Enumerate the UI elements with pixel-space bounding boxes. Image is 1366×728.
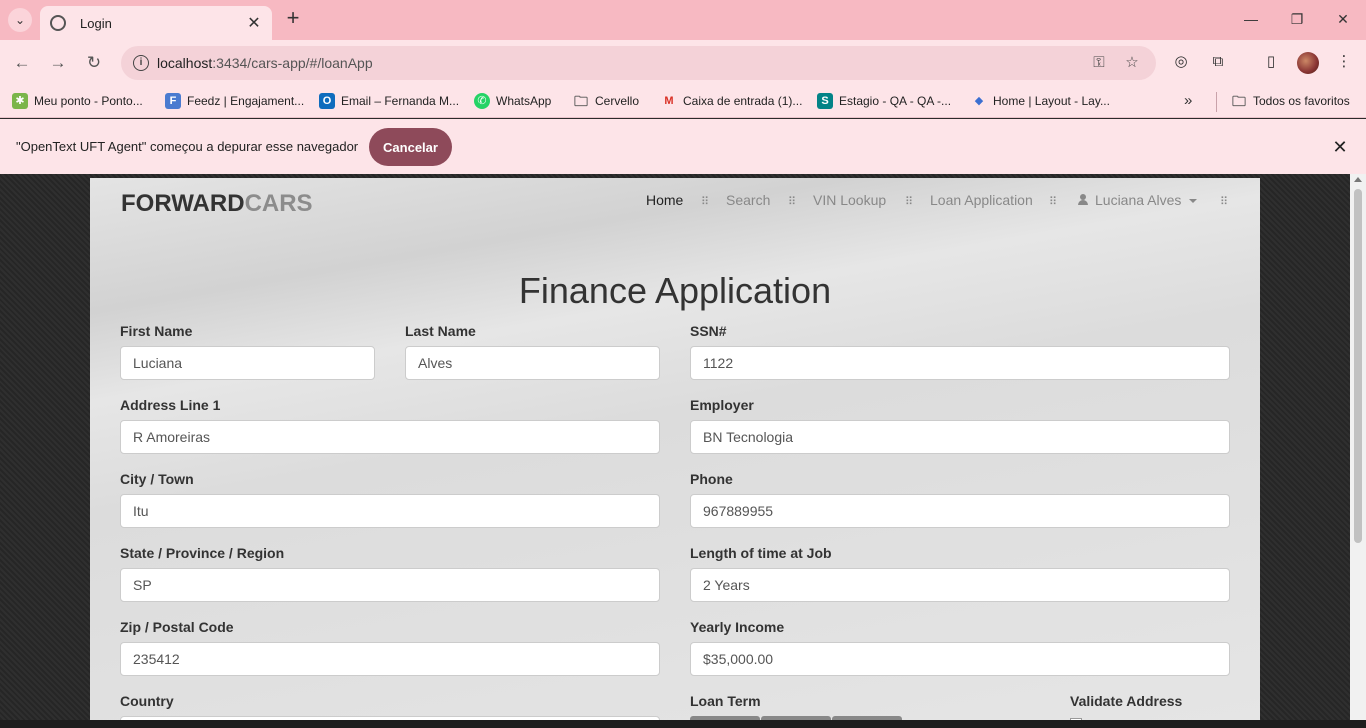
window-close-icon[interactable]: ✕ — [1332, 8, 1354, 30]
taskbar-strip — [0, 720, 1366, 728]
first-name-label: First Name — [120, 323, 193, 339]
phone-input[interactable]: 967889955 — [690, 494, 1230, 528]
country-label: Country — [120, 693, 174, 709]
debugging-infobar: "OpenText UFT Agent" começou a depurar e… — [0, 119, 1366, 174]
caret-down-icon — [1189, 199, 1198, 204]
bookmarks-divider — [1216, 92, 1217, 112]
reload-icon[interactable]: ↻ — [82, 51, 106, 75]
app-container: FORWARDCARS Home ⠿ Search ⠿ VIN Lookup ⠿… — [90, 178, 1260, 720]
brand-logo[interactable]: FORWARDCARS — [121, 190, 313, 218]
feedz-icon: F — [165, 93, 181, 109]
phone-label: Phone — [690, 471, 733, 487]
gmail-icon: M — [664, 95, 674, 107]
bookmark-layout[interactable]: ◆ Home | Layout - Lay... — [971, 93, 1110, 109]
ssn-input[interactable]: 1122 — [690, 346, 1230, 380]
bookmark-star-icon[interactable]: ☆ — [1122, 53, 1142, 73]
infobar-message: "OpenText UFT Agent" começou a depurar e… — [16, 139, 359, 154]
nav-search[interactable]: Search — [726, 192, 770, 208]
time-at-job-input[interactable]: 2 Years — [690, 568, 1230, 602]
ssn-label: SSN# — [690, 323, 727, 339]
nav-separator-icon: ⠿ — [1220, 196, 1228, 208]
state-label: State / Province / Region — [120, 545, 285, 561]
bookmark-meu-ponto[interactable]: ✱ Meu ponto - Ponto... — [12, 93, 143, 109]
new-tab-button[interactable]: + — [282, 7, 304, 30]
tab-title: Login — [80, 15, 112, 31]
nav-loan-application[interactable]: Loan Application — [930, 192, 1033, 208]
menu-kebab-icon[interactable]: ⋮ — [1333, 51, 1355, 73]
address-bar[interactable]: i localhost:3434/cars-app/#/loanApp ⚿ ☆ — [121, 46, 1156, 80]
city-input[interactable]: Itu — [120, 494, 660, 528]
city-label: City / Town — [120, 471, 194, 487]
profile-avatar[interactable] — [1297, 52, 1319, 74]
side-panel-icon[interactable]: ▯ — [1260, 51, 1282, 73]
nav-separator-icon: ⠿ — [788, 196, 796, 208]
nav-user-menu[interactable]: Luciana Alves — [1078, 192, 1198, 208]
restore-icon[interactable]: ❐ — [1286, 8, 1308, 30]
bookmark-email[interactable]: O Email – Fernanda M... — [319, 93, 459, 109]
loan-term-label: Loan Term — [690, 693, 761, 709]
user-icon — [1078, 194, 1088, 205]
scroll-up-arrow-icon[interactable] — [1354, 177, 1362, 182]
folder-icon: 🗀 — [574, 93, 588, 109]
first-name-input[interactable]: Luciana — [120, 346, 375, 380]
uft-extension-icon[interactable]: ◎ — [1170, 51, 1192, 73]
page-viewport: FORWARDCARS Home ⠿ Search ⠿ VIN Lookup ⠿… — [0, 174, 1366, 728]
infobar-close-icon[interactable]: ✕ — [1330, 137, 1350, 158]
bookmark-estagio[interactable]: S Estagio - QA - QA -... — [817, 93, 951, 109]
address-label: Address Line 1 — [120, 397, 221, 413]
validate-address-label: Validate Address — [1070, 693, 1183, 709]
last-name-label: Last Name — [405, 323, 476, 339]
tab-search-chevron-icon[interactable]: ⌄ — [8, 8, 32, 32]
page-scrollbar[interactable] — [1350, 174, 1366, 720]
bookmark-gmail[interactable]: M Caixa de entrada (1)... — [661, 93, 802, 109]
nav-home[interactable]: Home — [646, 192, 683, 208]
nav-separator-icon: ⠿ — [701, 196, 709, 208]
browser-toolbar: ← → ↻ i localhost:3434/cars-app/#/loanAp… — [0, 40, 1366, 86]
forward-arrow-icon[interactable]: → — [46, 51, 70, 75]
zip-input[interactable]: 235412 — [120, 642, 660, 676]
folder-icon: 🗀 — [1232, 93, 1246, 109]
layout-icon: ◆ — [974, 95, 984, 107]
zip-label: Zip / Postal Code — [120, 619, 234, 635]
bookmark-feedz[interactable]: F Feedz | Engajament... — [165, 93, 304, 109]
time-at-job-label: Length of time at Job — [690, 545, 832, 561]
bookmark-whatsapp[interactable]: ✆ WhatsApp — [474, 93, 551, 109]
url-text[interactable]: localhost:3434/cars-app/#/loanApp — [157, 55, 373, 71]
nav-separator-icon: ⠿ — [1049, 196, 1057, 208]
page-title: Finance Application — [518, 270, 832, 311]
password-key-icon[interactable]: ⚿ — [1089, 53, 1109, 73]
cancel-debug-button[interactable]: Cancelar — [369, 128, 452, 166]
globe-icon — [50, 15, 66, 31]
yearly-income-label: Yearly Income — [690, 619, 785, 635]
tab-close-icon[interactable]: ✕ — [246, 13, 262, 33]
all-bookmarks-folder[interactable]: 🗀 Todos os favoritos — [1231, 93, 1350, 109]
yearly-income-input[interactable]: $35,000.00 — [690, 642, 1230, 676]
scroll-thumb[interactable] — [1354, 189, 1362, 543]
state-input[interactable]: SP — [120, 568, 660, 602]
address-input[interactable]: R Amoreiras — [120, 420, 660, 454]
sharepoint-icon: S — [817, 93, 833, 109]
extensions-puzzle-icon[interactable]: ⧉ — [1207, 51, 1229, 73]
more-bookmarks-chevron-icon[interactable]: » — [1184, 92, 1192, 109]
outlook-icon: O — [319, 93, 335, 109]
employer-label: Employer — [690, 397, 754, 413]
nav-vin-lookup[interactable]: VIN Lookup — [813, 192, 886, 208]
whatsapp-icon: ✆ — [474, 93, 490, 109]
employer-input[interactable]: BN Tecnologia — [690, 420, 1230, 454]
browser-tab[interactable]: Login ✕ — [40, 6, 272, 40]
back-arrow-icon[interactable]: ← — [10, 51, 34, 75]
nav-separator-icon: ⠿ — [905, 196, 913, 208]
last-name-input[interactable]: Alves — [405, 346, 660, 380]
bookmark-cervello[interactable]: 🗀 Cervello — [573, 93, 639, 109]
pontotel-icon: ✱ — [12, 93, 28, 109]
browser-tab-bar: ⌄ Login ✕ + — ❐ ✕ — [0, 0, 1366, 40]
bookmarks-bar: ✱ Meu ponto - Ponto... F Feedz | Engajamen… — [0, 86, 1366, 118]
site-info-icon[interactable]: i — [133, 55, 149, 71]
minimize-icon[interactable]: — — [1240, 8, 1262, 30]
